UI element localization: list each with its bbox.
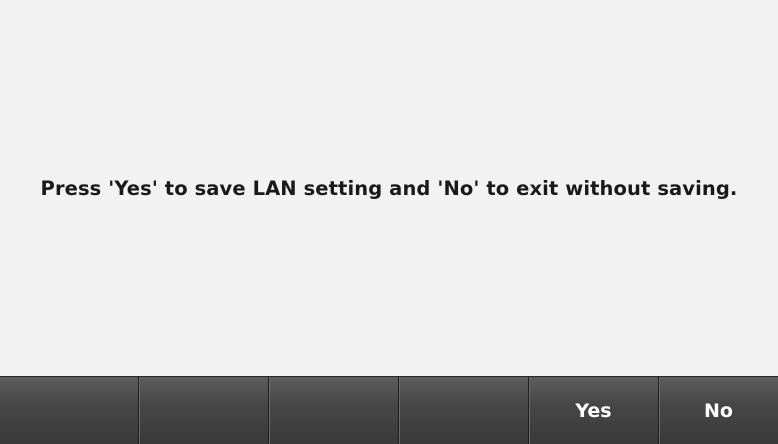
softkey-4[interactable]: [398, 377, 528, 444]
softkey-3[interactable]: [268, 377, 398, 444]
message-area: Press 'Yes' to save LAN setting and 'No'…: [0, 0, 778, 376]
softkey-1[interactable]: [0, 377, 138, 444]
softkey-bar: Yes No: [0, 376, 778, 444]
softkey-2[interactable]: [138, 377, 268, 444]
confirmation-message: Press 'Yes' to save LAN setting and 'No'…: [40, 177, 738, 200]
yes-button[interactable]: Yes: [528, 377, 658, 444]
no-button[interactable]: No: [658, 377, 778, 444]
instrument-screen: Press 'Yes' to save LAN setting and 'No'…: [0, 0, 778, 444]
